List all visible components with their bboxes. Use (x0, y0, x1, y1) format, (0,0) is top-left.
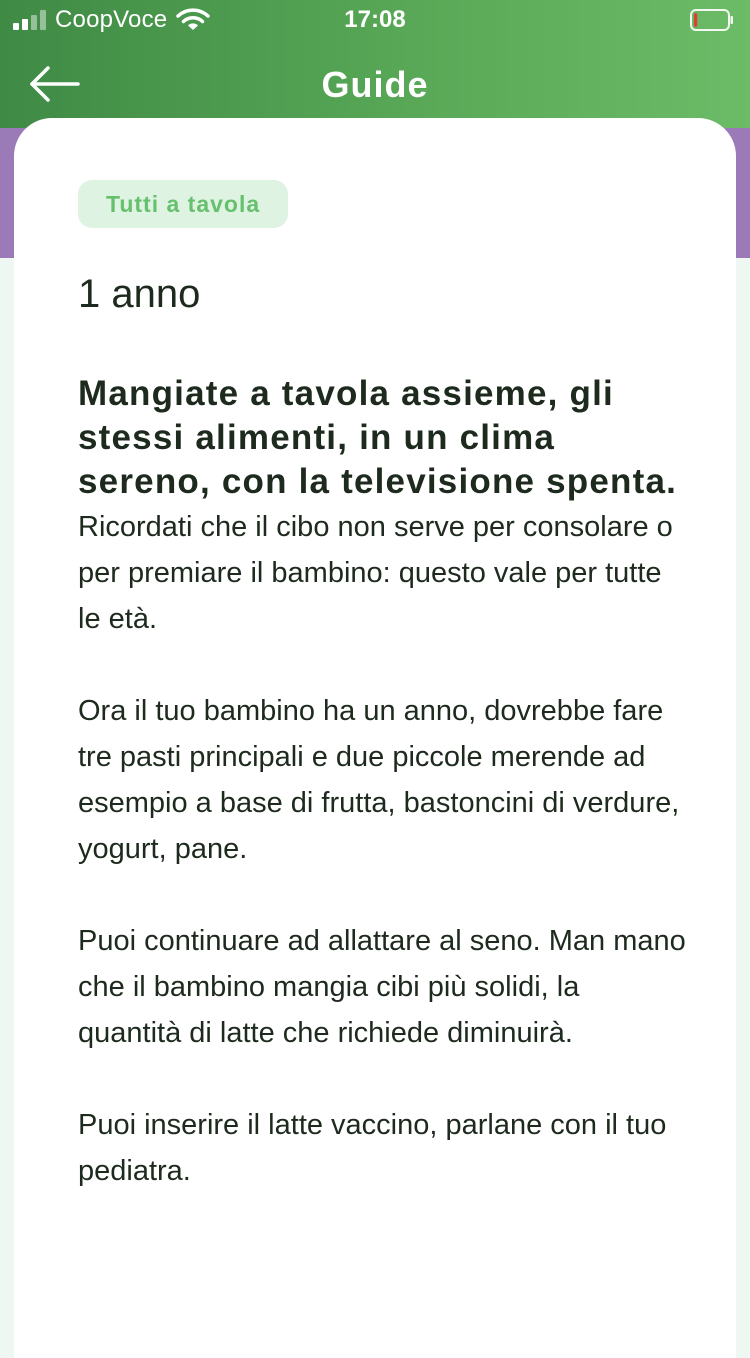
article-paragraph: Ricordati che il cibo non serve per cons… (78, 511, 673, 635)
page-title: Guide (321, 64, 429, 105)
article-headline: Mangiate a tavola assieme, gli stessi al… (78, 374, 678, 501)
battery-icon (690, 9, 733, 31)
article-paragraph: Puoi inserire il latte vaccino, parlane … (78, 1109, 667, 1187)
status-bar: CoopVoce 17:08 (0, 0, 750, 40)
app-header: CoopVoce 17:08 Guide (0, 0, 750, 128)
status-time: 17:08 (344, 6, 406, 33)
age-heading: 1 anno (78, 272, 201, 316)
navigation-bar: Guide (0, 40, 750, 128)
article-card[interactable]: Tutti a tavola 1 anno Mangiate a tavola … (14, 118, 736, 1358)
article-paragraph: Puoi continuare ad allattare al seno. Ma… (78, 925, 686, 1049)
article-paragraph: Ora il tuo bambino ha un anno, dovrebbe … (78, 695, 680, 865)
category-tag[interactable]: Tutti a tavola (78, 180, 289, 228)
article-body: Mangiate a tavola assieme, gli stessi al… (78, 372, 688, 1194)
battery-level-fill (694, 13, 698, 27)
